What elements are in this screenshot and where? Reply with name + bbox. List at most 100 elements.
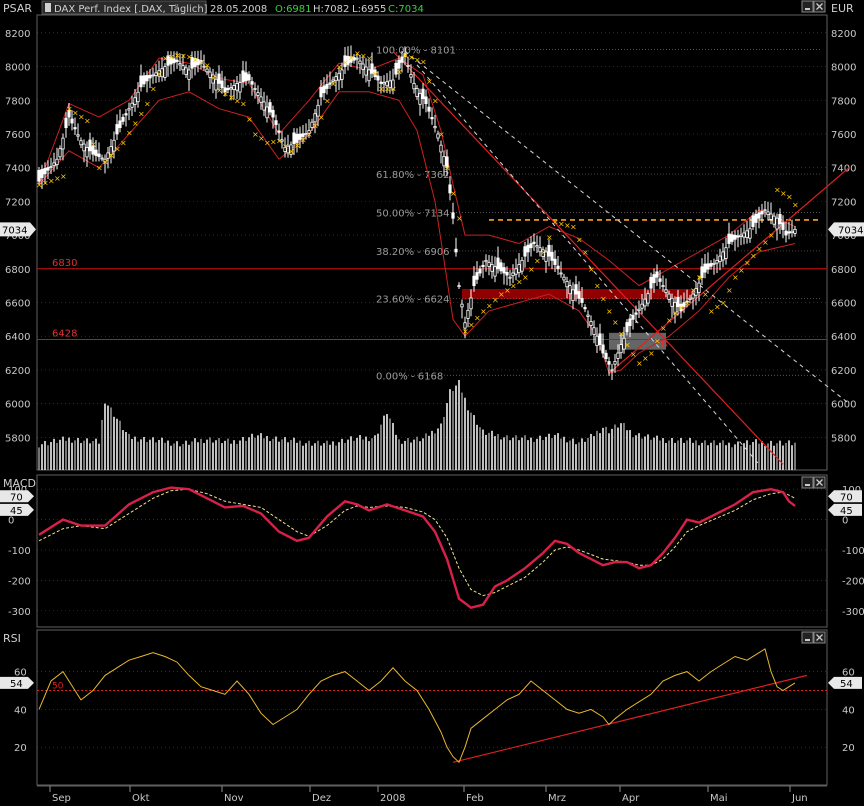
y-tick-label-right: 6200 — [831, 366, 856, 377]
price-bar-body — [439, 144, 443, 153]
y-tick-label-right: 6800 — [831, 265, 856, 276]
psar-marker: × — [90, 140, 97, 149]
price-bar-body — [787, 231, 791, 234]
price-bar-body — [628, 318, 632, 327]
price-bar-body — [667, 293, 671, 300]
psar-marker: × — [684, 298, 691, 307]
price-bar-body — [358, 60, 362, 65]
price-bar-body — [565, 281, 569, 288]
price-bar-body — [763, 209, 767, 212]
macd-panel-close-button[interactable] — [813, 476, 826, 489]
price-bar-body — [550, 251, 554, 261]
y-tick-label-right: 40 — [842, 705, 855, 716]
price-bar-body — [613, 361, 617, 365]
price-bar-body — [778, 214, 782, 225]
price-bar-body — [175, 59, 179, 62]
price-bar-body — [466, 309, 470, 319]
price-bar-body — [337, 72, 341, 81]
price-bar-body — [268, 102, 272, 113]
y-tick-label-left: 7600 — [5, 130, 30, 141]
price-bar-body — [187, 69, 191, 80]
price-bar-body — [49, 166, 53, 168]
price-bar-body — [145, 75, 149, 82]
price-panel-close-button[interactable] — [813, 0, 826, 13]
price-bar-body — [601, 344, 605, 354]
price-bar-body — [178, 63, 182, 66]
last-value-right: 7034 — [838, 225, 863, 236]
price-bar-body — [430, 117, 434, 120]
chart-title: DAX Perf. Index [.DAX, Täglich] — [54, 4, 208, 15]
price-bar-body — [604, 352, 608, 360]
price-bar-body — [634, 312, 638, 315]
price-bar-body — [511, 272, 515, 277]
price-bar-body — [406, 65, 410, 67]
price-bar-body — [577, 291, 581, 299]
psar-marker: × — [438, 130, 445, 139]
psar-marker: × — [156, 69, 163, 78]
y-tick-label-right: 6400 — [831, 332, 856, 343]
y-tick-label-right: 7600 — [831, 130, 856, 141]
x-tick-label: Jun — [791, 793, 808, 804]
y-tick-label-left: -300 — [8, 607, 31, 618]
price-bar-body — [355, 57, 359, 60]
minimize-icon — [805, 484, 810, 486]
price-bar-body — [712, 262, 716, 265]
header-low: L:6955 — [352, 4, 386, 15]
price-bar-body — [424, 96, 428, 105]
price-bar-body — [658, 278, 662, 282]
macd-panel-minimize-button[interactable] — [801, 476, 814, 489]
price-bar-body — [421, 88, 425, 99]
price-bar-body — [217, 73, 221, 84]
price-bar-body — [229, 87, 233, 90]
rsi-title: RSI — [3, 632, 21, 645]
price-bar-body — [616, 352, 620, 359]
rsi-panel-close-button[interactable] — [813, 631, 826, 644]
psar-marker: × — [606, 307, 613, 316]
price-bar-body — [733, 234, 737, 240]
y-tick-label-left: 5800 — [5, 433, 30, 444]
price-bar-body — [652, 274, 656, 284]
price-bar-body — [598, 333, 602, 346]
price-bar-body — [760, 210, 764, 215]
price-bar-body — [514, 268, 518, 275]
price-bar-body — [745, 230, 749, 239]
x-tick-label: Okt — [132, 793, 150, 804]
price-bar-body — [379, 81, 383, 84]
y-tick-label-right: 8200 — [831, 29, 856, 40]
price-bar-body — [568, 285, 572, 295]
y-tick-label-left: 40 — [14, 705, 27, 716]
price-bar-body — [148, 74, 152, 79]
price-bar-body — [751, 215, 755, 228]
fib-level-label: 23.60% - 6624 — [376, 294, 450, 305]
psar-marker: × — [720, 298, 727, 307]
psar-marker: × — [654, 336, 661, 345]
macd-title: MACD — [3, 477, 36, 490]
price-bar-body — [418, 93, 422, 105]
psar-marker: × — [648, 349, 655, 358]
y-tick-label-left: 0 — [8, 516, 14, 527]
fib-level-label: 61.80% - 7362 — [376, 170, 450, 181]
price-bar-body — [493, 266, 497, 277]
rsi-panel-minimize-button[interactable] — [801, 631, 814, 644]
price-bar-body — [70, 118, 74, 124]
psar-marker: × — [372, 69, 379, 78]
price-panel-minimize-button[interactable] — [801, 0, 814, 13]
psar-marker: × — [792, 201, 799, 210]
price-bar-body — [127, 108, 131, 111]
psar-marker: × — [366, 54, 373, 63]
y-tick-label-left: 20 — [14, 743, 27, 754]
price-bar-body — [610, 369, 614, 372]
price-bar-body — [325, 84, 329, 89]
price-bar-body — [532, 241, 536, 244]
y-tick-label-left: 7800 — [5, 96, 30, 107]
macd-value-right: 70 — [840, 492, 853, 503]
y-tick-label-right: 6000 — [831, 400, 856, 411]
y-tick-label-left: 6200 — [5, 366, 30, 377]
psar-marker: × — [150, 84, 157, 93]
psar-marker: × — [120, 138, 127, 147]
chart-canvas: 5800 5800 6000 6000 6200 6200 6400 6400 6600 6600… — [0, 0, 864, 806]
price-bar-body — [775, 217, 779, 230]
price-bar-body — [433, 125, 437, 129]
y-tick-label-right: 7400 — [831, 164, 856, 175]
series-color-icon — [45, 3, 51, 12]
